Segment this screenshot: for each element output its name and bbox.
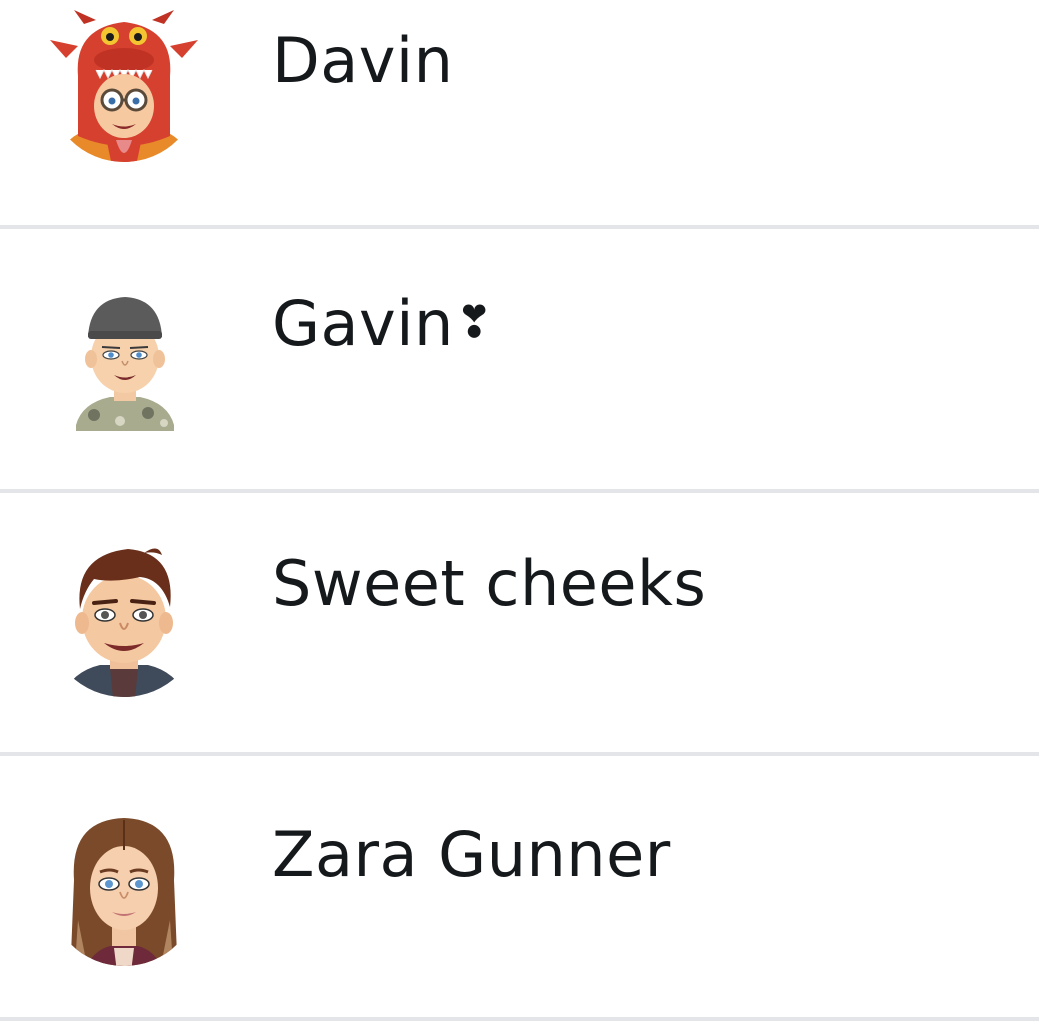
avatar-cap-camo-icon — [76, 297, 174, 431]
heart-exclamation-icon: ❣ — [455, 297, 494, 348]
contact-name: Davin — [272, 24, 454, 97]
contact-list: Davin Gavin❣ Sweet cheeks Zara Gunner — [0, 0, 1039, 1023]
contact-row-davin[interactable]: Davin — [0, 0, 1039, 225]
contact-name: Gavin❣ — [272, 287, 494, 360]
avatar-long-hair-woman-icon — [48, 814, 200, 966]
contact-row-sweet-cheeks[interactable]: Sweet cheeks — [0, 493, 1039, 752]
avatar-dragon-costume-icon — [48, 10, 200, 162]
contact-row-zara-gunner[interactable]: Zara Gunner — [0, 756, 1039, 1017]
contact-name: Zara Gunner — [272, 818, 671, 891]
avatar-brown-hair-hoodie-icon — [58, 548, 190, 697]
contact-name: Sweet cheeks — [272, 547, 707, 620]
contact-row-gavin[interactable]: Gavin❣ — [0, 229, 1039, 489]
divider — [0, 1017, 1039, 1021]
